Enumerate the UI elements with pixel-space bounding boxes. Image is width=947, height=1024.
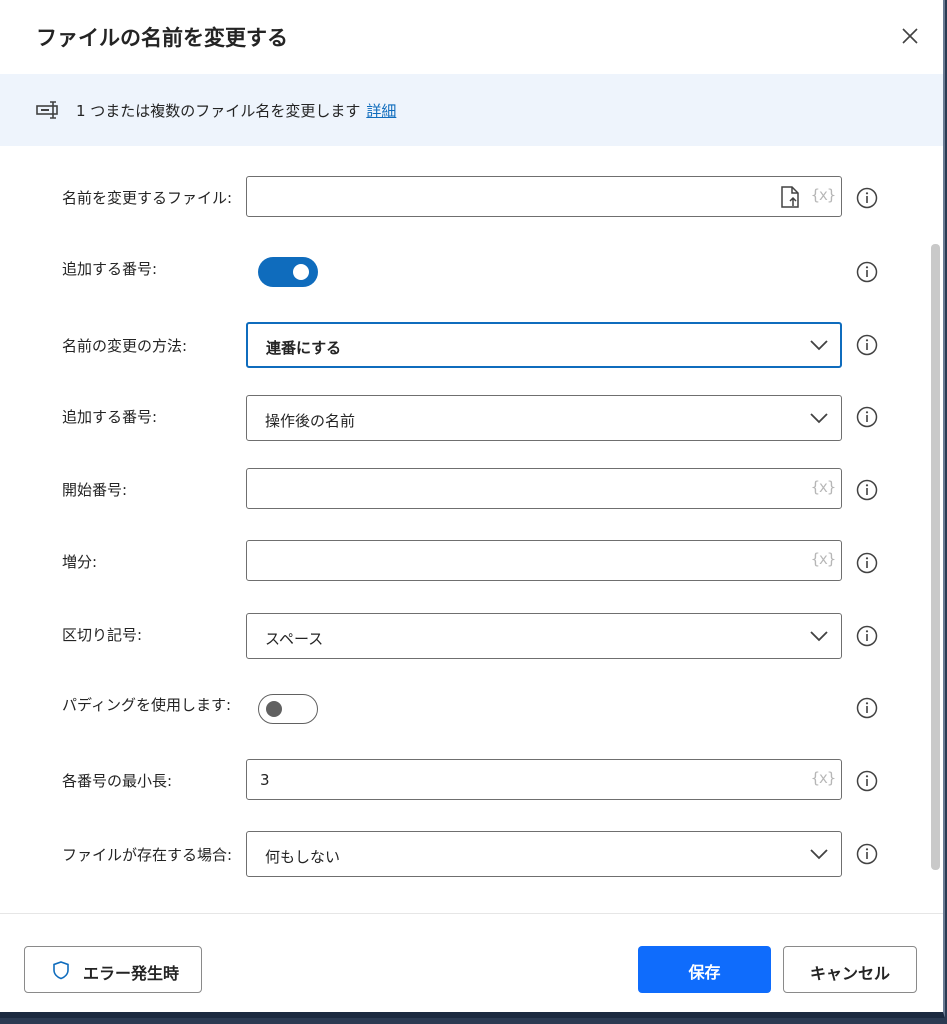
- variable-icon[interactable]: {x}: [811, 186, 836, 204]
- info-text: 1 つまたは複数のファイル名を変更します: [76, 102, 361, 120]
- variable-icon[interactable]: {x}: [811, 769, 836, 787]
- min-length-label: 各番号の最小長:: [62, 772, 173, 790]
- cancel-button[interactable]: キャンセル: [783, 946, 917, 993]
- variable-icon[interactable]: {x}: [811, 478, 836, 496]
- add-number-position-value: 操作後の名前: [265, 412, 356, 430]
- add-number-toggle[interactable]: [258, 257, 318, 287]
- dialog-title: ファイルの名前を変更する: [36, 26, 288, 50]
- footer-divider: [0, 913, 943, 914]
- save-button[interactable]: 保存: [638, 946, 771, 993]
- file-to-rename-input[interactable]: {x}: [246, 176, 842, 217]
- details-link[interactable]: 詳細: [366, 102, 396, 120]
- if-file-exists-select[interactable]: 何もしない: [246, 831, 842, 877]
- file-picker-icon[interactable]: [779, 185, 801, 209]
- info-icon[interactable]: [856, 187, 878, 209]
- min-length-value: 3: [260, 771, 270, 789]
- chevron-down-icon: [810, 631, 828, 642]
- info-icon[interactable]: [856, 552, 878, 574]
- info-icon[interactable]: [856, 770, 878, 792]
- info-icon[interactable]: [856, 479, 878, 501]
- file-to-rename-label: 名前を変更するファイル:: [62, 189, 233, 207]
- on-error-label: エラー発生時: [83, 964, 180, 983]
- info-icon[interactable]: [856, 625, 878, 647]
- toggle-knob: [266, 701, 282, 717]
- rename-method-select[interactable]: 連番にする: [246, 322, 842, 368]
- separator-select[interactable]: スペース: [246, 613, 842, 659]
- info-icon[interactable]: [856, 406, 878, 428]
- info-icon[interactable]: [856, 697, 878, 719]
- start-number-label: 開始番号:: [62, 481, 128, 499]
- chevron-down-icon: [810, 413, 828, 424]
- rename-method-label: 名前の変更の方法:: [62, 337, 188, 355]
- toggle-knob: [293, 264, 309, 280]
- shield-icon: [53, 961, 69, 980]
- dialog-titlebar: ファイルの名前を変更する: [0, 0, 943, 74]
- info-icon[interactable]: [856, 334, 878, 356]
- close-button[interactable]: [896, 22, 924, 50]
- add-number-toggle-label: 追加する番号:: [62, 260, 158, 278]
- save-label: 保存: [688, 963, 721, 982]
- separator-value: スペース: [265, 630, 324, 648]
- info-icon[interactable]: [856, 843, 878, 865]
- chevron-down-icon: [810, 849, 828, 860]
- start-number-input[interactable]: {x}: [246, 468, 842, 509]
- chevron-down-icon: [810, 340, 828, 351]
- rename-file-icon: [36, 101, 58, 119]
- cancel-label: キャンセル: [809, 964, 890, 983]
- variable-icon[interactable]: {x}: [811, 550, 836, 568]
- min-length-input[interactable]: 3 {x}: [246, 759, 842, 800]
- add-number-position-select[interactable]: 操作後の名前: [246, 395, 842, 441]
- if-file-exists-value: 何もしない: [265, 848, 341, 866]
- scrollbar[interactable]: [931, 244, 940, 870]
- use-padding-toggle[interactable]: [258, 694, 318, 724]
- increment-label: 増分:: [62, 553, 98, 571]
- if-file-exists-label: ファイルが存在する場合:: [62, 846, 233, 864]
- on-error-button[interactable]: エラー発生時: [24, 946, 202, 993]
- info-description: 1 つまたは複数のファイル名を変更します 詳細: [76, 100, 396, 121]
- use-padding-label: パディングを使用します:: [62, 696, 232, 714]
- rename-method-value: 連番にする: [266, 339, 342, 357]
- info-icon[interactable]: [856, 261, 878, 283]
- increment-input[interactable]: {x}: [246, 540, 842, 581]
- add-number-position-label: 追加する番号:: [62, 408, 158, 426]
- separator-label: 区切り記号:: [62, 626, 143, 644]
- rename-files-dialog: ファイルの名前を変更する 1 つまたは複数のファイル名を変更します 詳細 名前を変…: [0, 0, 945, 1018]
- close-icon: [902, 28, 918, 44]
